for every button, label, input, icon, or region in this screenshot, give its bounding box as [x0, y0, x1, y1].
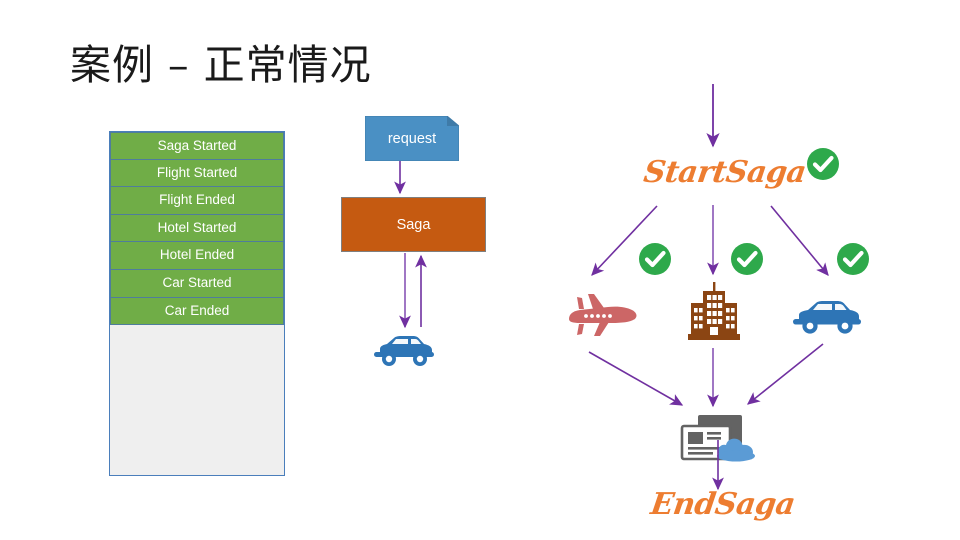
- table-row: Flight Started: [110, 159, 284, 188]
- table-row: Car Ended: [110, 297, 284, 326]
- car-icon: [374, 336, 434, 366]
- check-icon: [731, 243, 763, 275]
- end-saga-label: EndSaga: [648, 487, 798, 522]
- table-row: Flight Ended: [110, 187, 284, 215]
- check-icon: [639, 243, 671, 275]
- slide-canvas: 案例 – 正常情况 Saga Started Flight Started Fl…: [0, 0, 960, 540]
- saga-node: Saga: [341, 197, 486, 252]
- document-cloud-icon: [680, 415, 755, 462]
- check-icon: [837, 243, 869, 275]
- start-saga-label: StartSaga: [641, 155, 809, 190]
- table-row: Car Started: [110, 269, 284, 298]
- table-row: Hotel Started: [110, 214, 284, 243]
- table-row: Hotel Ended: [110, 242, 284, 270]
- event-log-panel: Saga Started Flight Started Flight Ended…: [109, 131, 285, 476]
- car-icon: [793, 301, 861, 334]
- request-node: request: [365, 116, 459, 161]
- table-row: Saga Started: [110, 132, 284, 160]
- hotel-building-icon: [688, 282, 740, 340]
- airplane-icon: [565, 294, 637, 336]
- page-title: 案例 – 正常情况: [70, 41, 372, 89]
- check-icon: [807, 148, 839, 180]
